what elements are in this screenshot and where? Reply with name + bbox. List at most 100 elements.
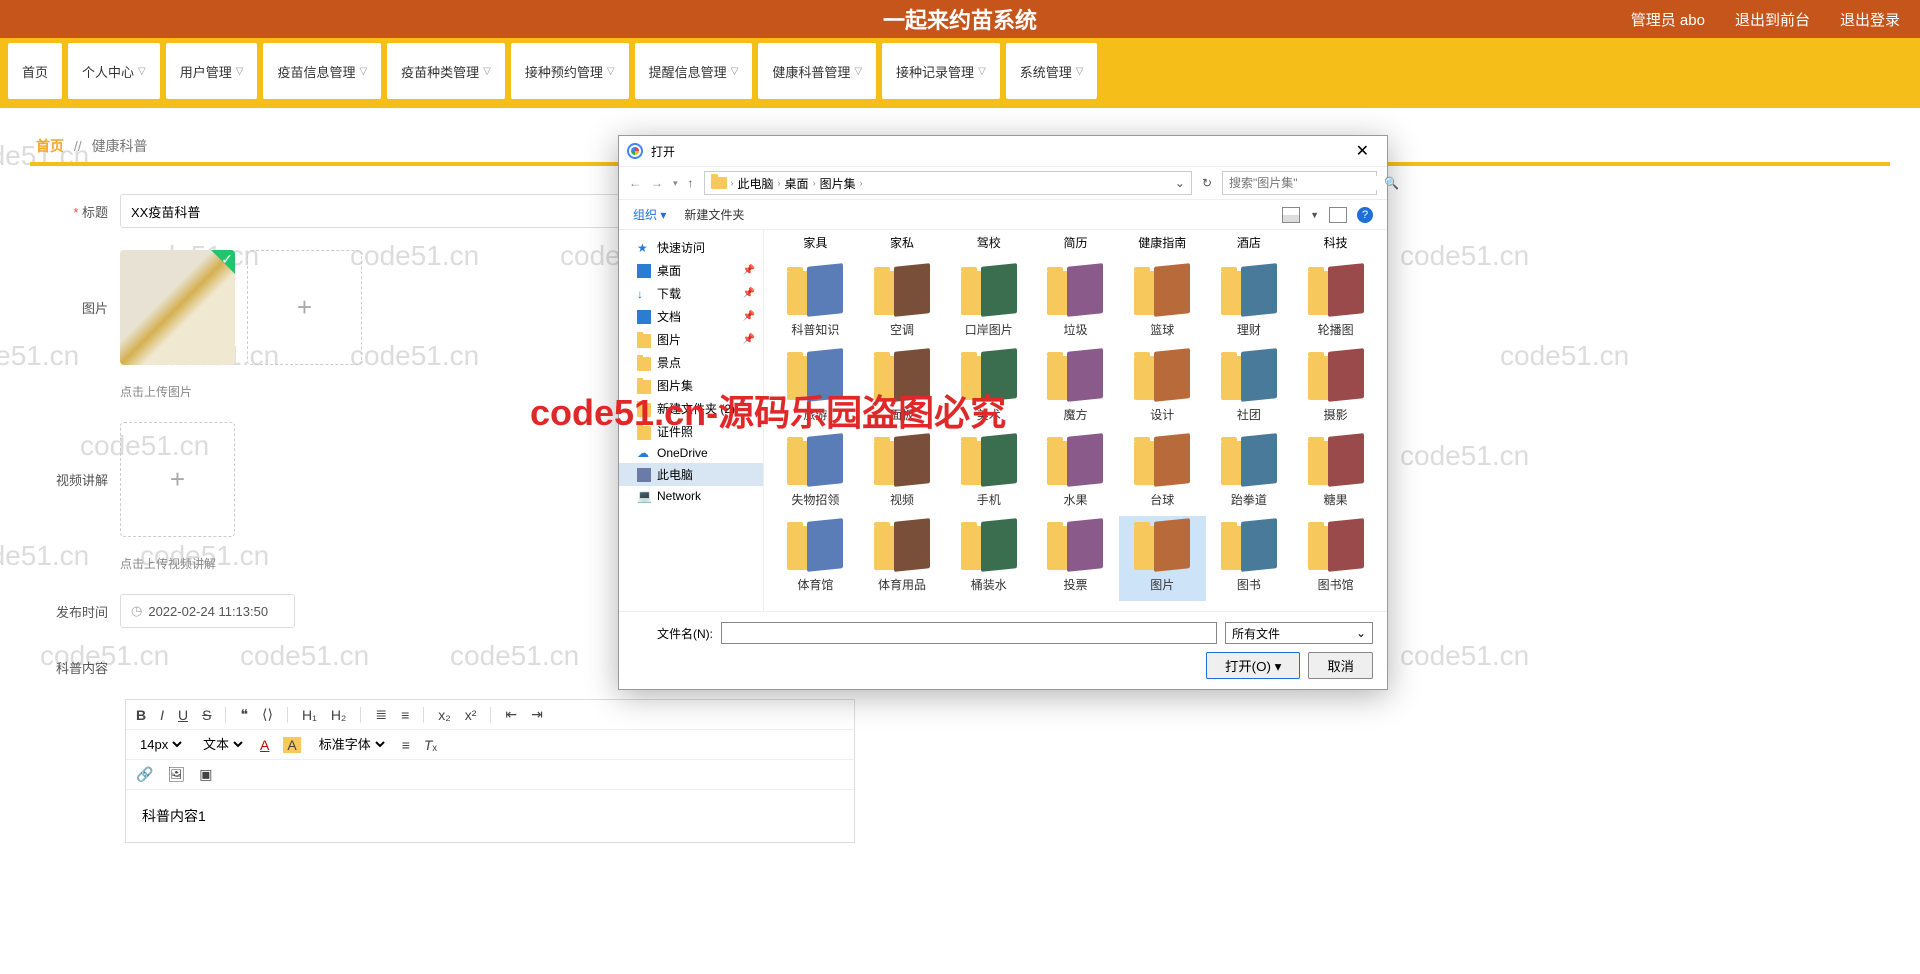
breadcrumb-home[interactable]: 首页 bbox=[36, 138, 64, 154]
tree-item[interactable]: ↓下载📌 bbox=[619, 282, 763, 305]
h2-button[interactable]: H₂ bbox=[331, 707, 347, 723]
strike-button[interactable]: S bbox=[202, 707, 211, 723]
nav-item[interactable]: 用户管理▽ bbox=[166, 43, 258, 99]
folder-item[interactable]: 摄影 bbox=[1292, 346, 1379, 431]
path-seg[interactable]: 图片集 bbox=[820, 175, 856, 192]
logout-link[interactable]: 退出登录 bbox=[1840, 9, 1900, 30]
tree-item[interactable]: 💻Network bbox=[619, 486, 763, 506]
history-icon[interactable]: ▾ bbox=[673, 178, 678, 189]
nav-item[interactable]: 健康科普管理▽ bbox=[758, 43, 876, 99]
align-button[interactable]: ≡ bbox=[402, 737, 410, 753]
folder-item[interactable]: 篮球 bbox=[1119, 261, 1206, 346]
tree-item[interactable]: 文档📌 bbox=[619, 305, 763, 328]
link-button[interactable]: 🔗 bbox=[136, 766, 153, 783]
image-button[interactable]: 🖼 bbox=[167, 766, 185, 783]
up-icon[interactable]: ↑ bbox=[688, 176, 694, 190]
upload-image-button[interactable]: + bbox=[247, 250, 362, 365]
tree-item[interactable]: 图片📌 bbox=[619, 328, 763, 351]
upload-video-button[interactable]: + bbox=[120, 422, 235, 537]
folder-item[interactable]: 理财 bbox=[1206, 261, 1293, 346]
path-seg[interactable]: 桌面 bbox=[785, 175, 809, 192]
tree-item[interactable]: 景点 bbox=[619, 351, 763, 374]
video-button[interactable]: ▣ bbox=[199, 766, 212, 783]
chevron-down-icon[interactable]: ⌄ bbox=[1175, 176, 1185, 190]
search-input[interactable]: 🔍 bbox=[1222, 171, 1377, 195]
nav-item[interactable]: 提醒信息管理▽ bbox=[635, 43, 753, 99]
organize-button[interactable]: 组织 ▾ bbox=[633, 206, 666, 223]
folder-item[interactable]: 跆拳道 bbox=[1206, 431, 1293, 516]
clear-button[interactable]: Tₓ bbox=[424, 737, 437, 753]
forward-icon[interactable]: → bbox=[651, 176, 663, 190]
editor-body[interactable]: 科普内容1 bbox=[126, 790, 854, 842]
filename-input[interactable] bbox=[721, 622, 1217, 644]
help-icon[interactable]: ? bbox=[1357, 207, 1373, 223]
nav-item[interactable]: 疫苗种类管理▽ bbox=[387, 43, 505, 99]
quote-button[interactable]: ❝ bbox=[240, 706, 248, 723]
preview-pane-button[interactable] bbox=[1329, 207, 1347, 223]
nav-item[interactable]: 首页 bbox=[8, 43, 62, 99]
cancel-button[interactable]: 取消 bbox=[1308, 652, 1373, 679]
folder-item[interactable]: 台球 bbox=[1119, 431, 1206, 516]
code-button[interactable]: ⟨⟩ bbox=[262, 706, 273, 723]
folder-item[interactable]: 设计 bbox=[1119, 346, 1206, 431]
path-bar[interactable]: › 此电脑 › 桌面 › 图片集 › ⌄ bbox=[704, 171, 1192, 195]
underline-button[interactable]: U bbox=[178, 707, 188, 723]
color-button[interactable]: A bbox=[260, 737, 269, 753]
folder-item[interactable]: 桶装水 bbox=[945, 516, 1032, 601]
sup-button[interactable]: x² bbox=[465, 707, 477, 723]
font-select[interactable]: 标准字体 bbox=[315, 736, 388, 753]
nav-item[interactable]: 个人中心▽ bbox=[68, 43, 160, 99]
folder-item[interactable]: 糖果 bbox=[1292, 431, 1379, 516]
tree-item[interactable]: 桌面📌 bbox=[619, 259, 763, 282]
folder-item[interactable]: 水果 bbox=[1032, 431, 1119, 516]
folder-item[interactable]: 体育馆 bbox=[772, 516, 859, 601]
chevron-down-icon[interactable]: ▼ bbox=[1310, 210, 1319, 220]
ol-button[interactable]: ≣ bbox=[375, 706, 387, 723]
nav-item[interactable]: 疫苗信息管理▽ bbox=[263, 43, 381, 99]
admin-label[interactable]: 管理员 abo bbox=[1631, 9, 1705, 30]
folder-item[interactable]: 垃圾 bbox=[1032, 261, 1119, 346]
new-folder-button[interactable]: 新建文件夹 bbox=[684, 206, 744, 223]
italic-button[interactable]: I bbox=[160, 707, 164, 723]
h1-button[interactable]: H₁ bbox=[302, 707, 317, 723]
bgcolor-button[interactable]: A bbox=[283, 737, 300, 753]
tree-item[interactable]: 此电脑 bbox=[619, 463, 763, 486]
nav-item[interactable]: 接种预约管理▽ bbox=[511, 43, 629, 99]
filetype-select[interactable]: 所有文件⌄ bbox=[1225, 622, 1373, 644]
sub-button[interactable]: x₂ bbox=[438, 707, 450, 723]
fonttype-select[interactable]: 文本 bbox=[199, 736, 246, 753]
folder-item[interactable]: 科普知识 bbox=[772, 261, 859, 346]
folder-item[interactable]: 口岸图片 bbox=[945, 261, 1032, 346]
tree-item[interactable]: ★快速访问 bbox=[619, 236, 763, 259]
title-input[interactable] bbox=[120, 194, 640, 228]
folder-item[interactable]: 投票 bbox=[1032, 516, 1119, 601]
back-icon[interactable]: ← bbox=[629, 176, 641, 190]
outdent-button[interactable]: ⇥ bbox=[531, 706, 543, 723]
folder-item[interactable]: 失物招领 bbox=[772, 431, 859, 516]
close-icon[interactable]: ✕ bbox=[1346, 137, 1379, 165]
tree-item[interactable]: ☁OneDrive bbox=[619, 443, 763, 463]
folder-item[interactable]: 图书馆 bbox=[1292, 516, 1379, 601]
folder-item[interactable]: 轮播图 bbox=[1292, 261, 1379, 346]
folder-item[interactable]: 视频 bbox=[859, 431, 946, 516]
bold-button[interactable]: B bbox=[136, 707, 146, 723]
path-seg[interactable]: 此电脑 bbox=[738, 175, 774, 192]
nav-item[interactable]: 系统管理▽ bbox=[1006, 43, 1098, 99]
folder-item[interactable]: 图书 bbox=[1206, 516, 1293, 601]
folder-item[interactable]: 图片 bbox=[1119, 516, 1206, 601]
ul-button[interactable]: ≡ bbox=[401, 707, 409, 723]
open-button[interactable]: 打开(O) ▾ bbox=[1206, 652, 1300, 679]
view-mode-button[interactable] bbox=[1282, 207, 1300, 223]
uploaded-thumbnail[interactable]: ✓ bbox=[120, 250, 235, 365]
exit-front-link[interactable]: 退出到前台 bbox=[1735, 9, 1810, 30]
pubtime-input[interactable]: ◷ 2022-02-24 11:13:50 bbox=[120, 594, 295, 628]
nav-item[interactable]: 接种记录管理▽ bbox=[882, 43, 1000, 99]
folder-item[interactable]: 社团 bbox=[1206, 346, 1293, 431]
indent-button[interactable]: ⇤ bbox=[505, 706, 517, 723]
folder-item[interactable]: 体育用品 bbox=[859, 516, 946, 601]
fontsize-select[interactable]: 14px bbox=[136, 736, 185, 753]
folder-item[interactable]: 手机 bbox=[945, 431, 1032, 516]
refresh-icon[interactable]: ↻ bbox=[1202, 176, 1212, 190]
folder-item[interactable]: 空调 bbox=[859, 261, 946, 346]
folder-item[interactable]: 魔方 bbox=[1032, 346, 1119, 431]
